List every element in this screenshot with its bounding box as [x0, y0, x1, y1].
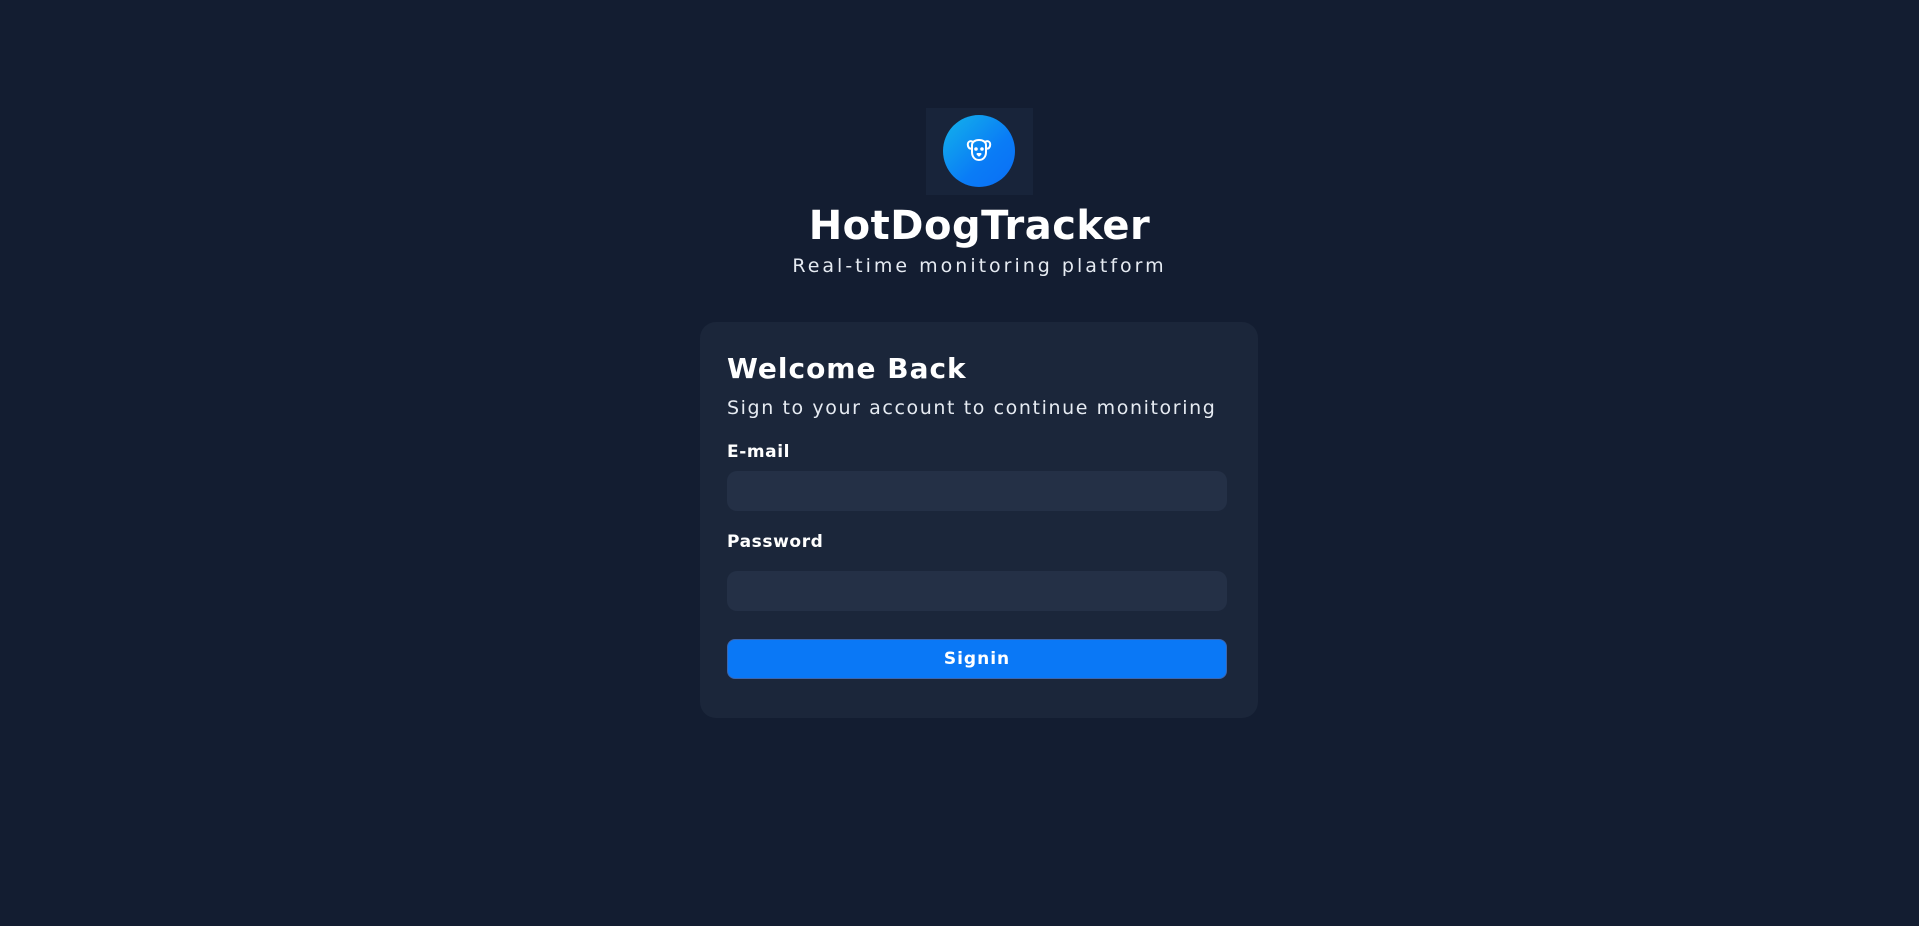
app-title: HotDogTracker — [808, 203, 1151, 249]
login-card: Welcome Back Sign to your account to con… — [700, 322, 1258, 718]
signin-button[interactable]: Signin — [727, 639, 1227, 679]
email-field[interactable] — [727, 471, 1227, 511]
password-field[interactable] — [727, 571, 1227, 611]
logo — [943, 115, 1015, 187]
password-label: Password — [727, 532, 824, 552]
logo-container — [926, 108, 1033, 195]
card-title: Welcome Back — [727, 352, 967, 385]
email-label: E-mail — [727, 442, 791, 462]
dog-face-icon — [964, 134, 994, 168]
card-subtitle: Sign to your account to continue monitor… — [727, 397, 1217, 419]
login-page: HotDogTracker Real-time monitoring platf… — [0, 0, 1919, 926]
app-subtitle: Real-time monitoring platform — [792, 255, 1167, 277]
